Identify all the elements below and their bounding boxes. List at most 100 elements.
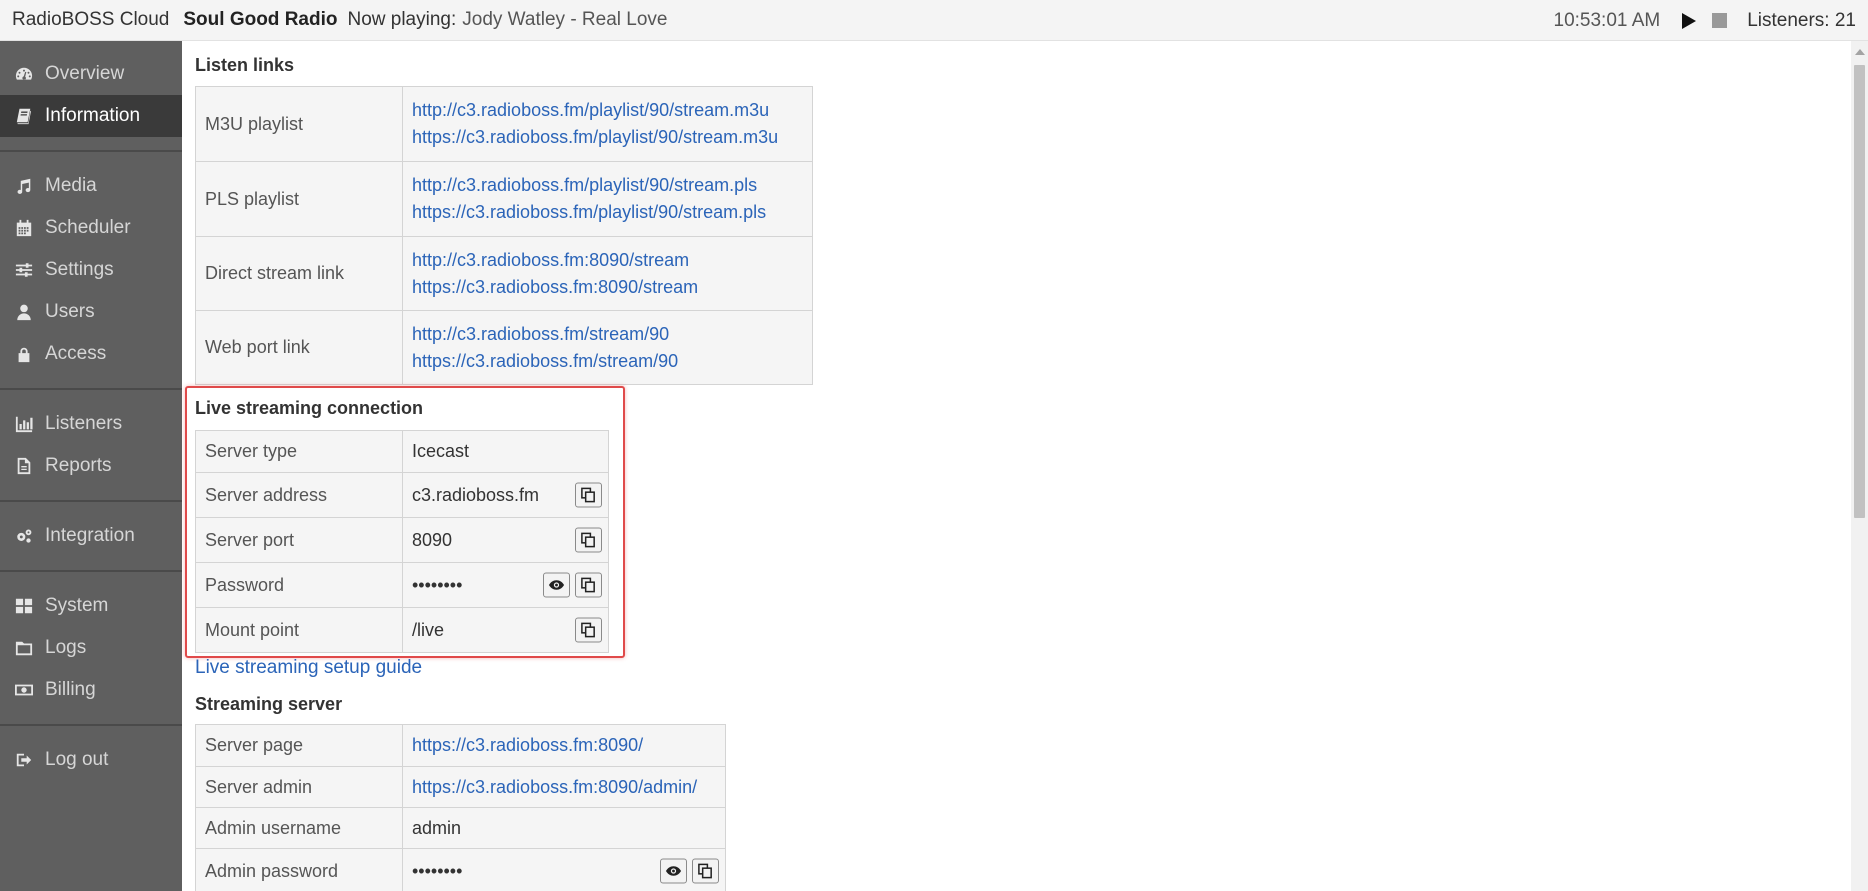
sidebar-item-label: Users [45, 301, 95, 322]
sidebar-item-reports[interactable]: Reports [0, 445, 182, 487]
row-label: Server type [195, 430, 403, 473]
sidebar-item-label: Scheduler [45, 217, 131, 238]
grid-icon [13, 597, 35, 615]
show-password-button[interactable] [543, 572, 570, 598]
copy-password-button[interactable] [575, 572, 602, 598]
sidebar-item-label: Settings [45, 259, 114, 280]
sidebar-item-users[interactable]: Users [0, 291, 182, 333]
sidebar-item-label: Access [45, 343, 107, 364]
copy-server-address-button[interactable] [575, 482, 602, 508]
table-row: Server admin https://c3.radioboss.fm:809… [195, 766, 726, 808]
calendar-icon [13, 219, 35, 237]
show-admin-password-button[interactable] [660, 858, 687, 884]
server-address-cell: c3.radioboss.fm [402, 472, 609, 518]
row-label: Admin username [195, 807, 403, 849]
sidebar-item-label: Overview [45, 63, 125, 84]
sidebar-item-listeners[interactable]: Listeners [0, 403, 182, 445]
sidebar-item-label: Logs [45, 637, 87, 658]
play-icon[interactable] [1682, 12, 1697, 29]
row-label: M3U playlist [195, 86, 403, 162]
scroll-up-arrow-icon[interactable] [1855, 49, 1865, 55]
clock: 10:53:01 AM [1553, 9, 1661, 31]
table-row: Server page https://c3.radioboss.fm:8090… [195, 724, 726, 767]
sidebar-item-information[interactable]: Information [0, 95, 182, 137]
admin-password-value: •••••••• [412, 860, 463, 881]
sidebar-item-access[interactable]: Access [0, 333, 182, 375]
scrollbar-thumb[interactable] [1854, 65, 1865, 518]
copy-icon [581, 487, 595, 503]
server-type-value: Icecast [402, 430, 609, 473]
table-row: Server type Icecast [195, 430, 609, 473]
table-row: Mount point /live [195, 607, 609, 653]
live-streaming-guide-link[interactable]: Live streaming setup guide [195, 657, 422, 679]
row-label: Server address [195, 472, 403, 518]
book-icon [13, 107, 35, 125]
row-label: Password [195, 562, 403, 608]
row-label: Direct stream link [195, 236, 403, 311]
sliders-icon [13, 261, 35, 279]
webport-http-link[interactable]: http://c3.radioboss.fm/stream/90 [412, 321, 803, 348]
folder-icon [13, 639, 35, 657]
copy-mount-point-button[interactable] [575, 617, 602, 643]
webport-https-link[interactable]: https://c3.radioboss.fm/stream/90 [412, 348, 803, 375]
sidebar-item-label: Integration [45, 525, 135, 546]
listen-links-title: Listen links [195, 55, 295, 75]
user-icon [13, 303, 35, 321]
app-name: RadioBOSS Cloud [12, 9, 170, 30]
sidebar: Overview Information Media Scheduler Set… [0, 41, 182, 891]
lock-icon [13, 345, 35, 363]
mount-point-cell: /live [402, 607, 609, 653]
row-label: Admin password [195, 848, 403, 891]
sidebar-item-integration[interactable]: Integration [0, 515, 182, 557]
sidebar-item-scheduler[interactable]: Scheduler [0, 207, 182, 249]
row-label: Server port [195, 517, 403, 563]
pls-https-link[interactable]: https://c3.radioboss.fm/playlist/90/stre… [412, 199, 803, 226]
dashboard-icon [13, 65, 35, 83]
sidebar-item-logs[interactable]: Logs [0, 627, 182, 669]
row-value: http://c3.radioboss.fm/stream/90 https:/… [402, 310, 813, 385]
sidebar-item-system[interactable]: System [0, 585, 182, 627]
server-port-value: 8090 [412, 529, 453, 550]
listeners-count: Listeners: 21 [1747, 9, 1856, 31]
row-label: Mount point [195, 607, 403, 653]
now-playing-title: Jody Watley - Real Love [462, 9, 668, 30]
m3u-https-link[interactable]: https://c3.radioboss.fm/playlist/90/stre… [412, 124, 803, 151]
direct-http-link[interactable]: http://c3.radioboss.fm:8090/stream [412, 247, 803, 274]
table-row: Server port 8090 [195, 517, 609, 563]
eye-icon [548, 580, 565, 590]
server-admin-cell: https://c3.radioboss.fm:8090/admin/ [402, 766, 726, 808]
table-row: Admin password •••••••• [195, 848, 726, 891]
bar-chart-icon [13, 415, 35, 433]
row-label: PLS playlist [195, 161, 403, 237]
top-bar: RadioBOSS Cloud Soul Good Radio Now play… [0, 0, 1868, 41]
money-icon [13, 681, 35, 699]
sidebar-divider [0, 388, 182, 390]
page-scrollbar[interactable] [1851, 41, 1868, 891]
table-row: Server address c3.radioboss.fm [195, 472, 609, 518]
sidebar-item-overview[interactable]: Overview [0, 53, 182, 95]
gears-icon [13, 527, 35, 545]
copy-server-port-button[interactable] [575, 527, 602, 553]
password-value: •••••••• [412, 574, 463, 595]
sidebar-item-logout[interactable]: Log out [0, 739, 182, 781]
server-page-link[interactable]: https://c3.radioboss.fm:8090/ [412, 732, 716, 759]
eye-icon [665, 866, 682, 876]
row-value: http://c3.radioboss.fm:8090/stream https… [402, 236, 813, 311]
m3u-http-link[interactable]: http://c3.radioboss.fm/playlist/90/strea… [412, 97, 803, 124]
streaming-server-table: Server page https://c3.radioboss.fm:8090… [195, 724, 726, 891]
row-label: Server page [195, 724, 403, 767]
sidebar-item-media[interactable]: Media [0, 165, 182, 207]
sidebar-divider [0, 500, 182, 502]
document-icon [13, 457, 35, 475]
sidebar-item-label: System [45, 595, 109, 616]
direct-https-link[interactable]: https://c3.radioboss.fm:8090/stream [412, 274, 803, 301]
pls-http-link[interactable]: http://c3.radioboss.fm/playlist/90/strea… [412, 172, 803, 199]
sidebar-item-settings[interactable]: Settings [0, 249, 182, 291]
sidebar-item-billing[interactable]: Billing [0, 669, 182, 711]
live-streaming-table: Server type Icecast Server address c3.ra… [195, 430, 609, 653]
copy-icon [581, 577, 595, 593]
sidebar-item-label: Log out [45, 749, 109, 770]
copy-admin-password-button[interactable] [692, 858, 719, 884]
stop-icon[interactable] [1712, 13, 1728, 28]
server-admin-link[interactable]: https://c3.radioboss.fm:8090/admin/ [412, 774, 716, 801]
